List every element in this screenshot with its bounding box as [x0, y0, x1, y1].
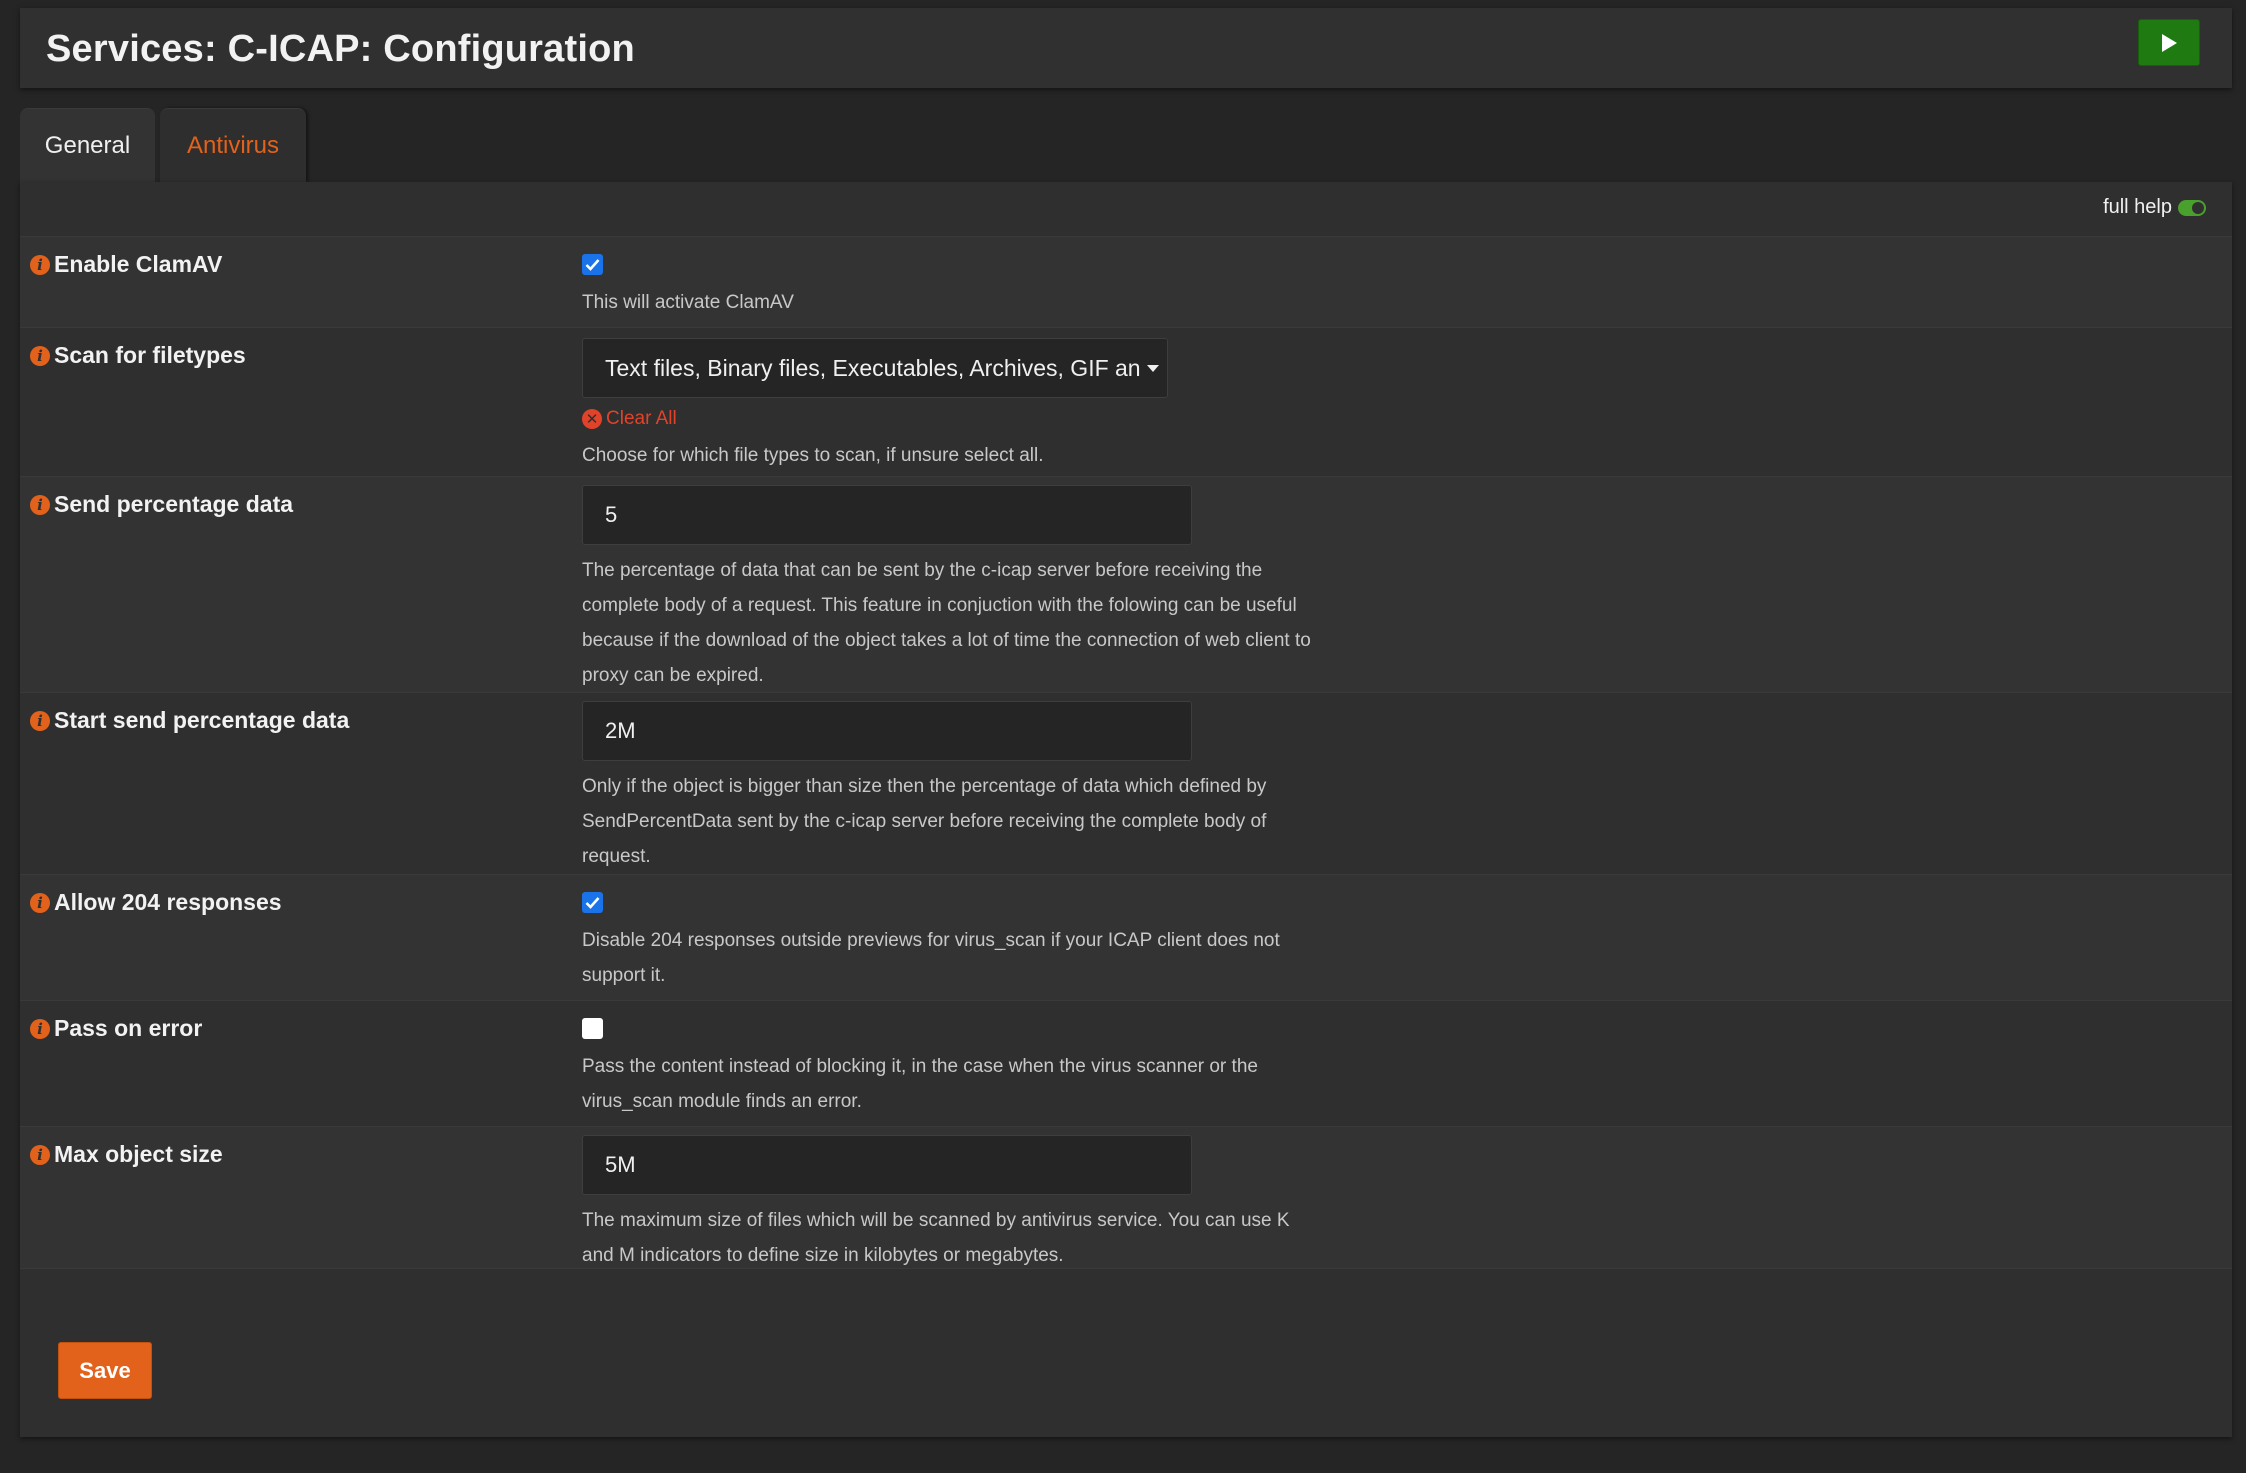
pass-on-error-checkbox[interactable] [582, 1018, 603, 1039]
field-label: i Start send percentage data [30, 707, 349, 734]
label-allow-204: Allow 204 responses [54, 889, 282, 915]
help-send-percentage: The percentage of data that can be sent … [582, 560, 1311, 686]
row-enable-clamav: i Enable ClamAV This will activate ClamA… [20, 236, 2232, 327]
send-percentage-input[interactable]: 5 [582, 485, 1192, 545]
info-icon[interactable]: i [30, 892, 50, 913]
row-max-object-size: i Max object size 5M The maximum size of… [20, 1126, 2232, 1269]
row-send-percentage: i Send percentage data 5 The percentage … [20, 476, 2232, 692]
field-label: i Scan for filetypes [30, 342, 246, 369]
row-start-send-percentage: i Start send percentage data 2M Only if … [20, 692, 2232, 874]
page-header: Services: C-ICAP: Configuration [20, 8, 2232, 88]
tab-antivirus[interactable]: Antivirus [160, 108, 306, 182]
help-allow-204: Disable 204 responses outside previews f… [582, 930, 1280, 986]
label-enable-clamav: Enable ClamAV [54, 251, 223, 277]
field-label: i Pass on error [30, 1015, 202, 1042]
row-scan-filetypes: i Scan for filetypes Text files, Binary … [20, 327, 2232, 476]
help-start-send-percentage: Only if the object is bigger than size t… [582, 776, 1267, 867]
help-row: full help [20, 182, 2232, 236]
settings-form: full help i Enable ClamAV This will acti… [20, 182, 2232, 1437]
allow-204-field [582, 892, 603, 913]
help-pass-on-error: Pass the content instead of blocking it,… [582, 1056, 1258, 1112]
full-help-label: full help [2103, 196, 2172, 218]
label-pass-on-error: Pass on error [54, 1015, 203, 1041]
allow-204-checkbox[interactable] [582, 892, 603, 913]
label-max-object-size: Max object size [54, 1141, 223, 1167]
label-scan-filetypes: Scan for filetypes [54, 342, 246, 368]
label-start-send-percentage: Start send percentage data [54, 707, 350, 733]
field-label: i Send percentage data [30, 491, 293, 518]
caret-down-icon [1146, 364, 1159, 372]
max-object-size-input[interactable]: 5M [582, 1135, 1192, 1195]
filetypes-select-value: Text files, Binary files, Executables, A… [605, 354, 1141, 381]
info-icon[interactable]: i [30, 1018, 50, 1039]
start-send-percentage-input[interactable]: 2M [582, 701, 1192, 761]
row-allow-204: i Allow 204 responses Disable 204 respon… [20, 874, 2232, 1000]
info-icon[interactable]: i [30, 710, 50, 731]
toggle-switch-icon [2178, 199, 2206, 216]
page: Services: C-ICAP: Configuration General … [0, 0, 2246, 1473]
field-label: i Max object size [30, 1141, 223, 1168]
info-icon[interactable]: i [30, 254, 50, 275]
apply-button[interactable] [2138, 19, 2200, 66]
info-icon[interactable]: i [30, 494, 50, 515]
full-help-toggle[interactable]: full help [2103, 196, 2206, 219]
info-icon[interactable]: i [30, 345, 50, 366]
send-percentage-field: 5 [582, 485, 1192, 545]
filetypes-select[interactable]: Text files, Binary files, Executables, A… [582, 338, 1168, 398]
scan-filetypes-field: Text files, Binary files, Executables, A… [582, 338, 1168, 398]
help-scan-filetypes: Choose for which file types to scan, if … [582, 445, 1044, 466]
checkmark-icon [585, 259, 600, 271]
start-send-percentage-field: 2M [582, 701, 1192, 761]
help-enable-clamav: This will activate ClamAV [582, 292, 794, 313]
clear-icon: ✕ [582, 409, 602, 429]
row-pass-on-error: i Pass on error Pass the content instead… [20, 1000, 2232, 1126]
help-max-object-size: The maximum size of files which will be … [582, 1210, 1290, 1266]
tab-bar: General Antivirus [20, 108, 306, 182]
enable-clamav-checkbox[interactable] [582, 254, 603, 275]
max-object-size-field: 5M [582, 1135, 1192, 1195]
play-icon [2162, 33, 2177, 52]
save-button[interactable]: Save [58, 1342, 152, 1399]
page-title: Services: C-ICAP: Configuration [46, 28, 635, 70]
info-icon[interactable]: i [30, 1144, 50, 1165]
field-label: i Allow 204 responses [30, 889, 282, 916]
label-send-percentage: Send percentage data [54, 491, 294, 517]
clear-all-label: Clear All [606, 408, 677, 429]
tab-general[interactable]: General [20, 108, 155, 182]
checkmark-icon [585, 897, 600, 909]
enable-clamav-field [582, 254, 603, 275]
pass-on-error-field [582, 1018, 603, 1039]
field-label: i Enable ClamAV [30, 251, 222, 278]
clear-all-link[interactable]: ✕ Clear All [582, 408, 677, 430]
